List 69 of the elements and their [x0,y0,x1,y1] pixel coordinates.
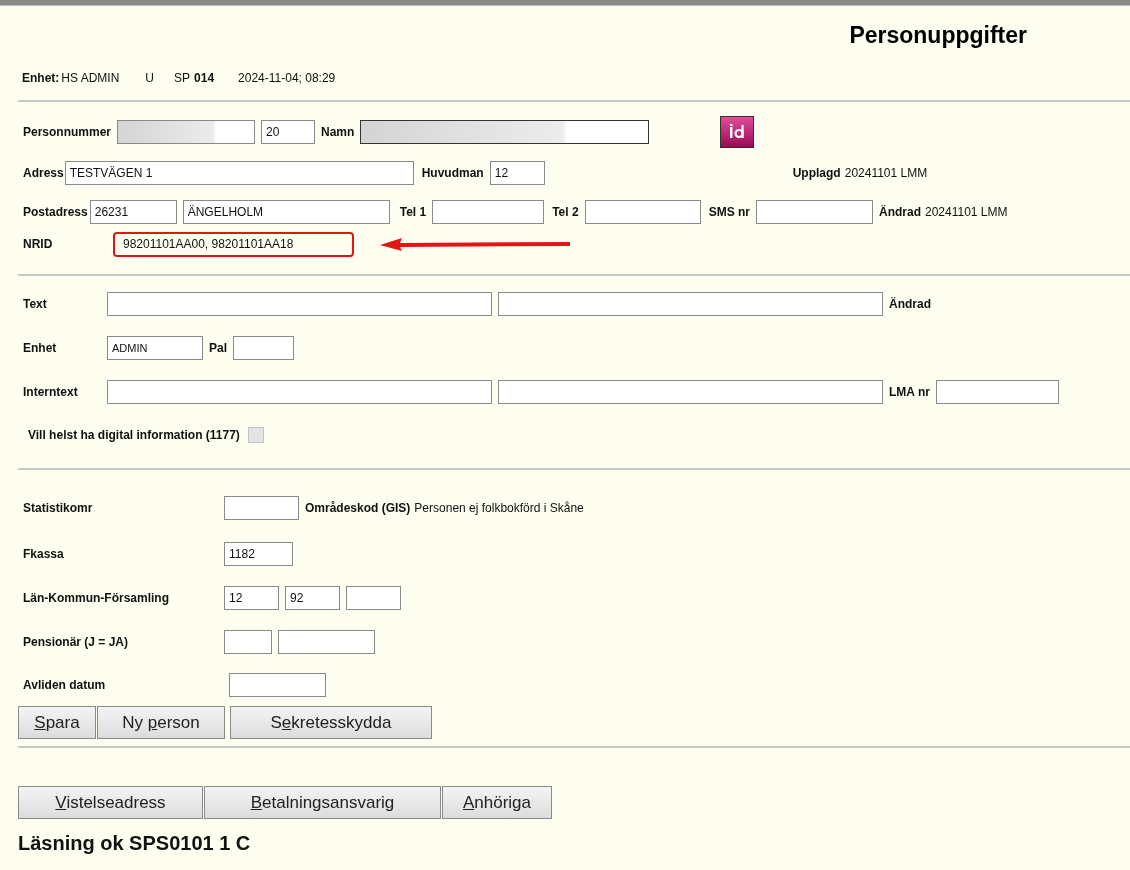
address-field[interactable]: TESTVÄGEN 1 [64,161,414,185]
sp-label: SP [174,71,191,85]
fkassa-field[interactable]: 1182 [224,542,293,566]
action-button[interactable]: Spara [18,706,96,739]
statistics-area-field[interactable] [224,496,299,520]
created-label: Upplagd [792,166,841,180]
name-field[interactable] [360,120,650,144]
pal-field[interactable] [233,336,294,360]
text-field[interactable] [498,292,883,316]
name-label: Namn [321,125,355,139]
digital-info-checkbox[interactable] [247,427,264,443]
unit-field[interactable]: ADMIN [107,336,203,360]
deceased-date-field[interactable] [229,673,326,697]
unit-value: HS ADMIN [61,71,120,85]
pensioner-date-field[interactable] [278,630,375,654]
nrid-label: NRID [23,237,54,251]
internal-text-field[interactable] [498,380,883,404]
tel1-label: Tel 1 [399,205,427,219]
text-label: Text [23,297,48,311]
unit-label: Enhet: [22,71,60,85]
sms-field[interactable] [756,200,873,224]
postal-code-field[interactable]: 26231 [89,200,177,224]
personnummer-field[interactable] [117,120,256,144]
sms-label: SMS nr [708,205,750,219]
nav-button[interactable]: Vistelseadress [18,786,203,819]
pensioner-label: Pensionär (J = JA) [23,635,130,649]
personnummer-label: Personnummer [23,125,112,139]
tel2-label: Tel 2 [552,205,579,219]
digital-info-label: Vill helst ha digital information (1177) [28,428,240,442]
lma-field[interactable] [935,380,1059,404]
county-label: Län-Kommun-Församling [23,591,170,605]
lma-label: LMA nr [889,385,930,399]
id-card-icon[interactable] [720,116,755,148]
principal-field[interactable]: 12 [489,161,545,185]
postal-label: Postadress [23,205,88,219]
action-button[interactable]: Ny person [97,706,225,739]
unit-label: Enhet [23,341,58,355]
nrid-value: 98201101AA00, 98201101AA18 [113,231,354,257]
status-message: Läsning ok SPS0101 1 C [17,831,252,855]
area-code-label: Områdeskod (GIS) [305,501,411,515]
nav-button[interactable]: Anhöriga [442,786,552,819]
page-title: Personuppgifter [849,22,1027,50]
city-field[interactable]: ÄNGELHOLM [182,200,390,224]
municipality-field[interactable]: 92 [285,586,340,610]
internal-text-field[interactable] [107,380,492,404]
mode-text: U [145,71,155,85]
changed-value: 20241101 LMM [925,205,1008,219]
tel2-field[interactable] [584,200,701,224]
text-field[interactable] [107,292,492,316]
pensioner-field[interactable] [224,630,272,654]
tel1-field[interactable] [432,200,545,224]
area-code-value: Personen ej folkbokförd i Skåne [414,501,584,515]
created-value: 20241101 LMM [844,166,928,180]
century-field[interactable]: 20 [261,120,316,144]
deceased-label: Avliden datum [23,678,107,692]
principal-label: Huvudman [421,166,484,180]
fkassa-label: Fkassa [23,547,65,561]
date-time: 2024-11-04; 08:29 [238,71,336,85]
parish-field[interactable] [346,586,401,610]
internal-text-label: Interntext [23,385,79,399]
pal-label: Pal [209,341,227,355]
sp-value: 014 [194,71,215,85]
statistics-area-label: Statistikomr [23,501,94,515]
nav-button[interactable]: Betalningsansvarig [204,786,441,819]
address-label: Adress [23,166,64,180]
changed-label: Ändrad [889,297,931,311]
changed-label: Ändrad [879,205,921,219]
action-button[interactable]: Sekretesskydda [230,706,432,739]
county-field[interactable]: 12 [224,586,279,610]
